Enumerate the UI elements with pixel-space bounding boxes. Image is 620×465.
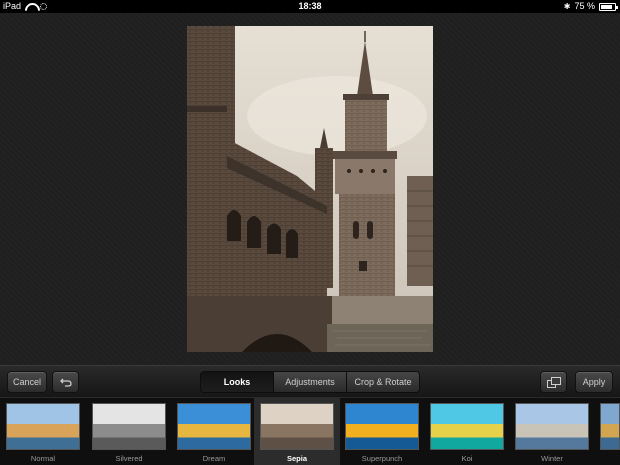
look-thumbnail <box>177 403 251 450</box>
look-thumbnail <box>515 403 589 450</box>
look-item-superpunch[interactable]: Superpunch <box>339 398 425 465</box>
apply-button[interactable]: Apply <box>575 371 613 393</box>
edit-toolbar: Cancel Looks Adjustments Crop & Rotate A… <box>0 365 620 397</box>
tab-crop-rotate[interactable]: Crop & Rotate <box>347 372 419 392</box>
battery-icon <box>599 2 618 11</box>
status-time: 18:38 <box>298 1 322 11</box>
compare-button[interactable] <box>540 371 567 393</box>
look-thumbnail <box>92 403 166 450</box>
status-bar: iPad 18:38 ✱ 75 % <box>0 0 620 13</box>
look-item-normal[interactable]: Normal <box>0 398 86 465</box>
bluetooth-icon: ✱ <box>563 2 571 11</box>
tab-adjustments[interactable]: Adjustments <box>274 372 347 392</box>
look-item-silvered[interactable]: Silvered <box>86 398 172 465</box>
edited-photo[interactable] <box>187 26 433 352</box>
look-thumbnail <box>345 403 419 450</box>
look-thumbnail <box>430 403 504 450</box>
cancel-button[interactable]: Cancel <box>7 371 47 393</box>
look-item-winter[interactable]: Winter <box>509 398 595 465</box>
tab-looks[interactable]: Looks <box>201 372 274 392</box>
undo-button[interactable] <box>52 371 79 393</box>
look-item-partial[interactable] <box>594 398 620 465</box>
compare-icon <box>546 376 561 388</box>
look-item-koi[interactable]: Koi <box>424 398 510 465</box>
look-item-sepia[interactable]: Sepia <box>254 398 340 465</box>
look-item-dream[interactable]: Dream <box>171 398 257 465</box>
battery-percent: 75 % <box>574 1 595 11</box>
undo-icon <box>59 378 72 387</box>
look-thumbnail <box>6 403 80 450</box>
look-thumbnail <box>260 403 334 450</box>
looks-strip: Normal Silvered Dream Sepia Superpunch K… <box>0 397 620 465</box>
look-thumbnail <box>600 403 620 450</box>
photo-canvas <box>0 13 620 365</box>
edit-mode-tabs: Looks Adjustments Crop & Rotate <box>200 371 420 393</box>
